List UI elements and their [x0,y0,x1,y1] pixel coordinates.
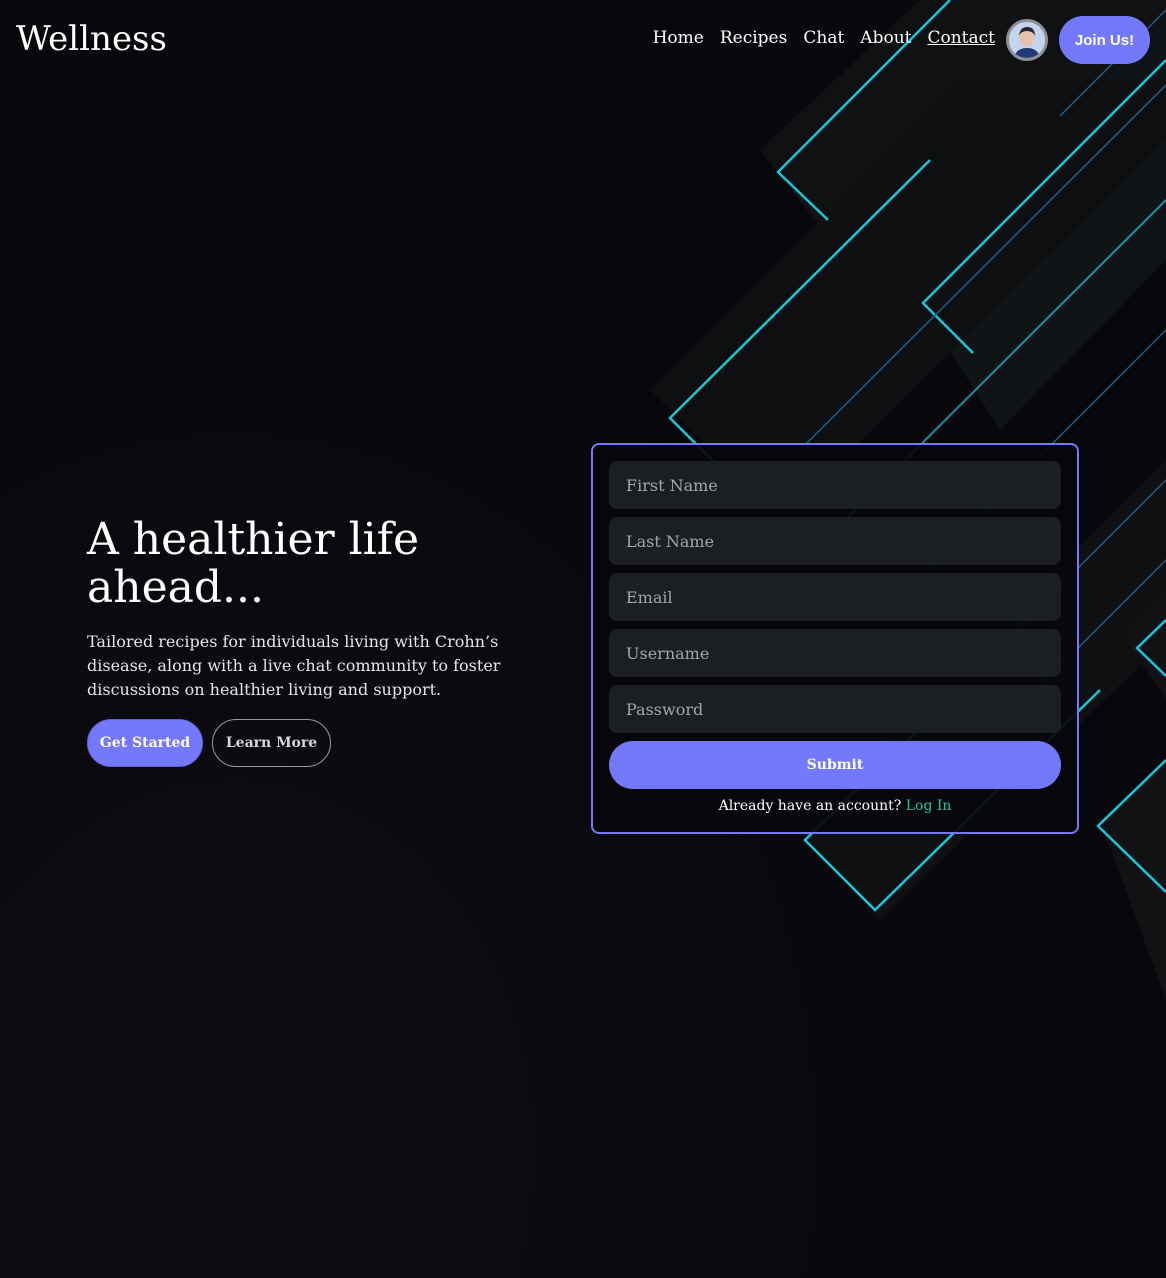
login-prompt-text: Already have an account? [718,798,902,814]
site-header: Wellness Home Recipes Chat About Contact… [0,0,1166,80]
nav-chat[interactable]: Chat [803,28,844,48]
hero-description: Tailored recipes for individuals living … [87,632,501,699]
hero-section: A healthier life ahead... Tailored recip… [87,516,567,767]
last-name-field[interactable] [609,517,1061,565]
nav-contact[interactable]: Contact [927,28,995,48]
username-field[interactable] [609,629,1061,677]
hero-buttons: Get Started Learn More [87,719,567,767]
signup-form: Submit Already have an account? Log In [591,443,1079,834]
first-name-field[interactable] [609,461,1061,509]
hero-title: A healthier life ahead... [87,514,420,613]
main-nav: Home Recipes Chat About Contact [653,28,995,48]
email-field[interactable] [609,573,1061,621]
submit-button[interactable]: Submit [609,741,1061,789]
login-prompt-line: Already have an account? Log In [609,798,1061,814]
nav-home[interactable]: Home [653,28,704,48]
nav-recipes[interactable]: Recipes [720,28,788,48]
avatar[interactable] [1006,19,1048,61]
learn-more-button[interactable]: Learn More [212,719,331,767]
login-link[interactable]: Log In [906,798,952,814]
join-us-button[interactable]: Join Us! [1059,16,1150,64]
logo[interactable]: Wellness [16,19,167,59]
get-started-button[interactable]: Get Started [87,719,203,767]
page: Wellness Home Recipes Chat About Contact… [0,0,1166,1278]
password-field[interactable] [609,685,1061,733]
user-avatar-icon [1009,22,1045,58]
nav-about[interactable]: About [860,28,911,48]
